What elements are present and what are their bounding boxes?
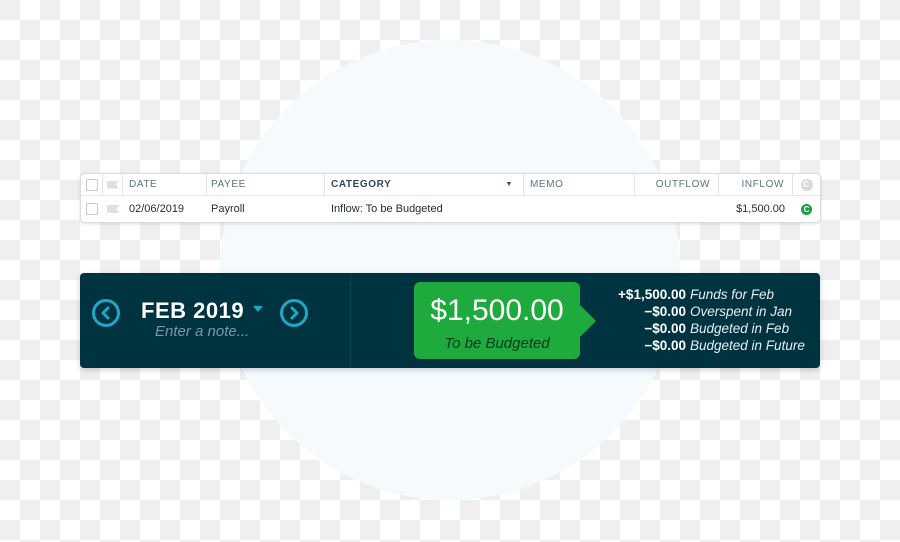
row-checkbox[interactable] bbox=[86, 203, 98, 215]
breakdown-label: Budgeted in Feb bbox=[690, 321, 790, 336]
background-circle bbox=[220, 40, 680, 500]
column-header-memo[interactable]: MEMO bbox=[524, 174, 635, 195]
header-divider bbox=[350, 273, 351, 368]
row-payee[interactable]: Payroll bbox=[207, 196, 325, 222]
to-be-budgeted-pointer bbox=[579, 304, 596, 338]
flag-icon[interactable] bbox=[106, 180, 119, 189]
row-flag-cell bbox=[103, 196, 123, 222]
breakdown-amount: −$0.00 bbox=[644, 304, 686, 319]
budget-breakdown: +$1,500.00 Funds for Feb −$0.00 Overspen… bbox=[600, 286, 810, 354]
category-header-label: CATEGORY bbox=[331, 179, 392, 190]
sort-caret-icon: ▼ bbox=[505, 181, 513, 188]
to-be-budgeted-amount: $1,500.00 bbox=[430, 294, 564, 327]
breakdown-row: −$0.00 Budgeted in Future bbox=[600, 337, 810, 354]
next-month-button[interactable] bbox=[280, 299, 308, 327]
breakdown-row: −$0.00 Overspent in Jan bbox=[600, 303, 810, 320]
month-selector[interactable]: FEB 2019 bbox=[141, 298, 244, 324]
to-be-budgeted-label: To be Budgeted bbox=[444, 335, 550, 352]
chevron-left-icon bbox=[101, 306, 110, 320]
breakdown-row: +$1,500.00 Funds for Feb bbox=[600, 286, 810, 303]
month-note-input[interactable]: Enter a note... bbox=[155, 323, 249, 340]
previous-month-button[interactable] bbox=[92, 299, 120, 327]
row-payee-value: Payroll bbox=[211, 203, 245, 215]
payee-header-label: PAYEE bbox=[211, 179, 246, 190]
month-dropdown-icon[interactable] bbox=[253, 306, 263, 312]
column-header-inflow[interactable]: INFLOW bbox=[719, 174, 793, 195]
row-inflow[interactable]: $1,500.00 bbox=[719, 196, 793, 222]
breakdown-label: Budgeted in Future bbox=[690, 338, 805, 353]
breakdown-label: Funds for Feb bbox=[690, 287, 775, 302]
breakdown-row: −$0.00 Budgeted in Feb bbox=[600, 320, 810, 337]
memo-header-label: MEMO bbox=[530, 179, 564, 190]
row-select-cell bbox=[81, 196, 103, 222]
select-all-cell bbox=[81, 174, 103, 195]
breakdown-amount: −$0.00 bbox=[644, 321, 686, 336]
breakdown-amount: −$0.00 bbox=[644, 338, 686, 353]
date-header-label: DATE bbox=[129, 179, 158, 190]
row-category-value: Inflow: To be Budgeted bbox=[331, 203, 443, 215]
row-category[interactable]: Inflow: To be Budgeted bbox=[325, 196, 524, 222]
select-all-checkbox[interactable] bbox=[85, 178, 98, 191]
row-date-value: 02/06/2019 bbox=[129, 203, 185, 215]
breakdown-label: Overspent in Jan bbox=[690, 304, 793, 319]
column-header-date[interactable]: DATE bbox=[123, 174, 207, 195]
flag-header-cell bbox=[103, 174, 123, 195]
row-memo[interactable] bbox=[524, 196, 635, 222]
inflow-header-label: INFLOW bbox=[741, 179, 784, 190]
register-header: DATE PAYEE CATEGORY ▼ MEMO OUTFLOW INFLO… bbox=[81, 174, 820, 196]
column-header-outflow[interactable]: OUTFLOW bbox=[635, 174, 719, 195]
budget-header: FEB 2019 Enter a note... $1,500.00 To be… bbox=[80, 273, 820, 368]
column-header-cleared[interactable]: C bbox=[793, 174, 820, 195]
column-header-payee[interactable]: PAYEE bbox=[207, 174, 325, 195]
transaction-register: DATE PAYEE CATEGORY ▼ MEMO OUTFLOW INFLO… bbox=[80, 173, 821, 223]
chevron-right-icon bbox=[290, 306, 299, 320]
cleared-header-icon: C bbox=[800, 178, 813, 191]
row-date[interactable]: 02/06/2019 bbox=[123, 196, 207, 222]
breakdown-amount: +$1,500.00 bbox=[618, 287, 686, 302]
flag-icon[interactable] bbox=[107, 205, 119, 213]
table-row[interactable]: 02/06/2019 Payroll Inflow: To be Budgete… bbox=[81, 196, 820, 222]
to-be-budgeted-box[interactable]: $1,500.00 To be Budgeted bbox=[414, 282, 580, 359]
outflow-header-label: OUTFLOW bbox=[655, 179, 710, 190]
column-header-category[interactable]: CATEGORY ▼ bbox=[325, 174, 524, 195]
row-outflow[interactable] bbox=[635, 196, 719, 222]
cleared-icon[interactable]: C bbox=[801, 203, 812, 215]
row-cleared[interactable]: C bbox=[793, 196, 820, 222]
row-inflow-value: $1,500.00 bbox=[736, 203, 785, 215]
